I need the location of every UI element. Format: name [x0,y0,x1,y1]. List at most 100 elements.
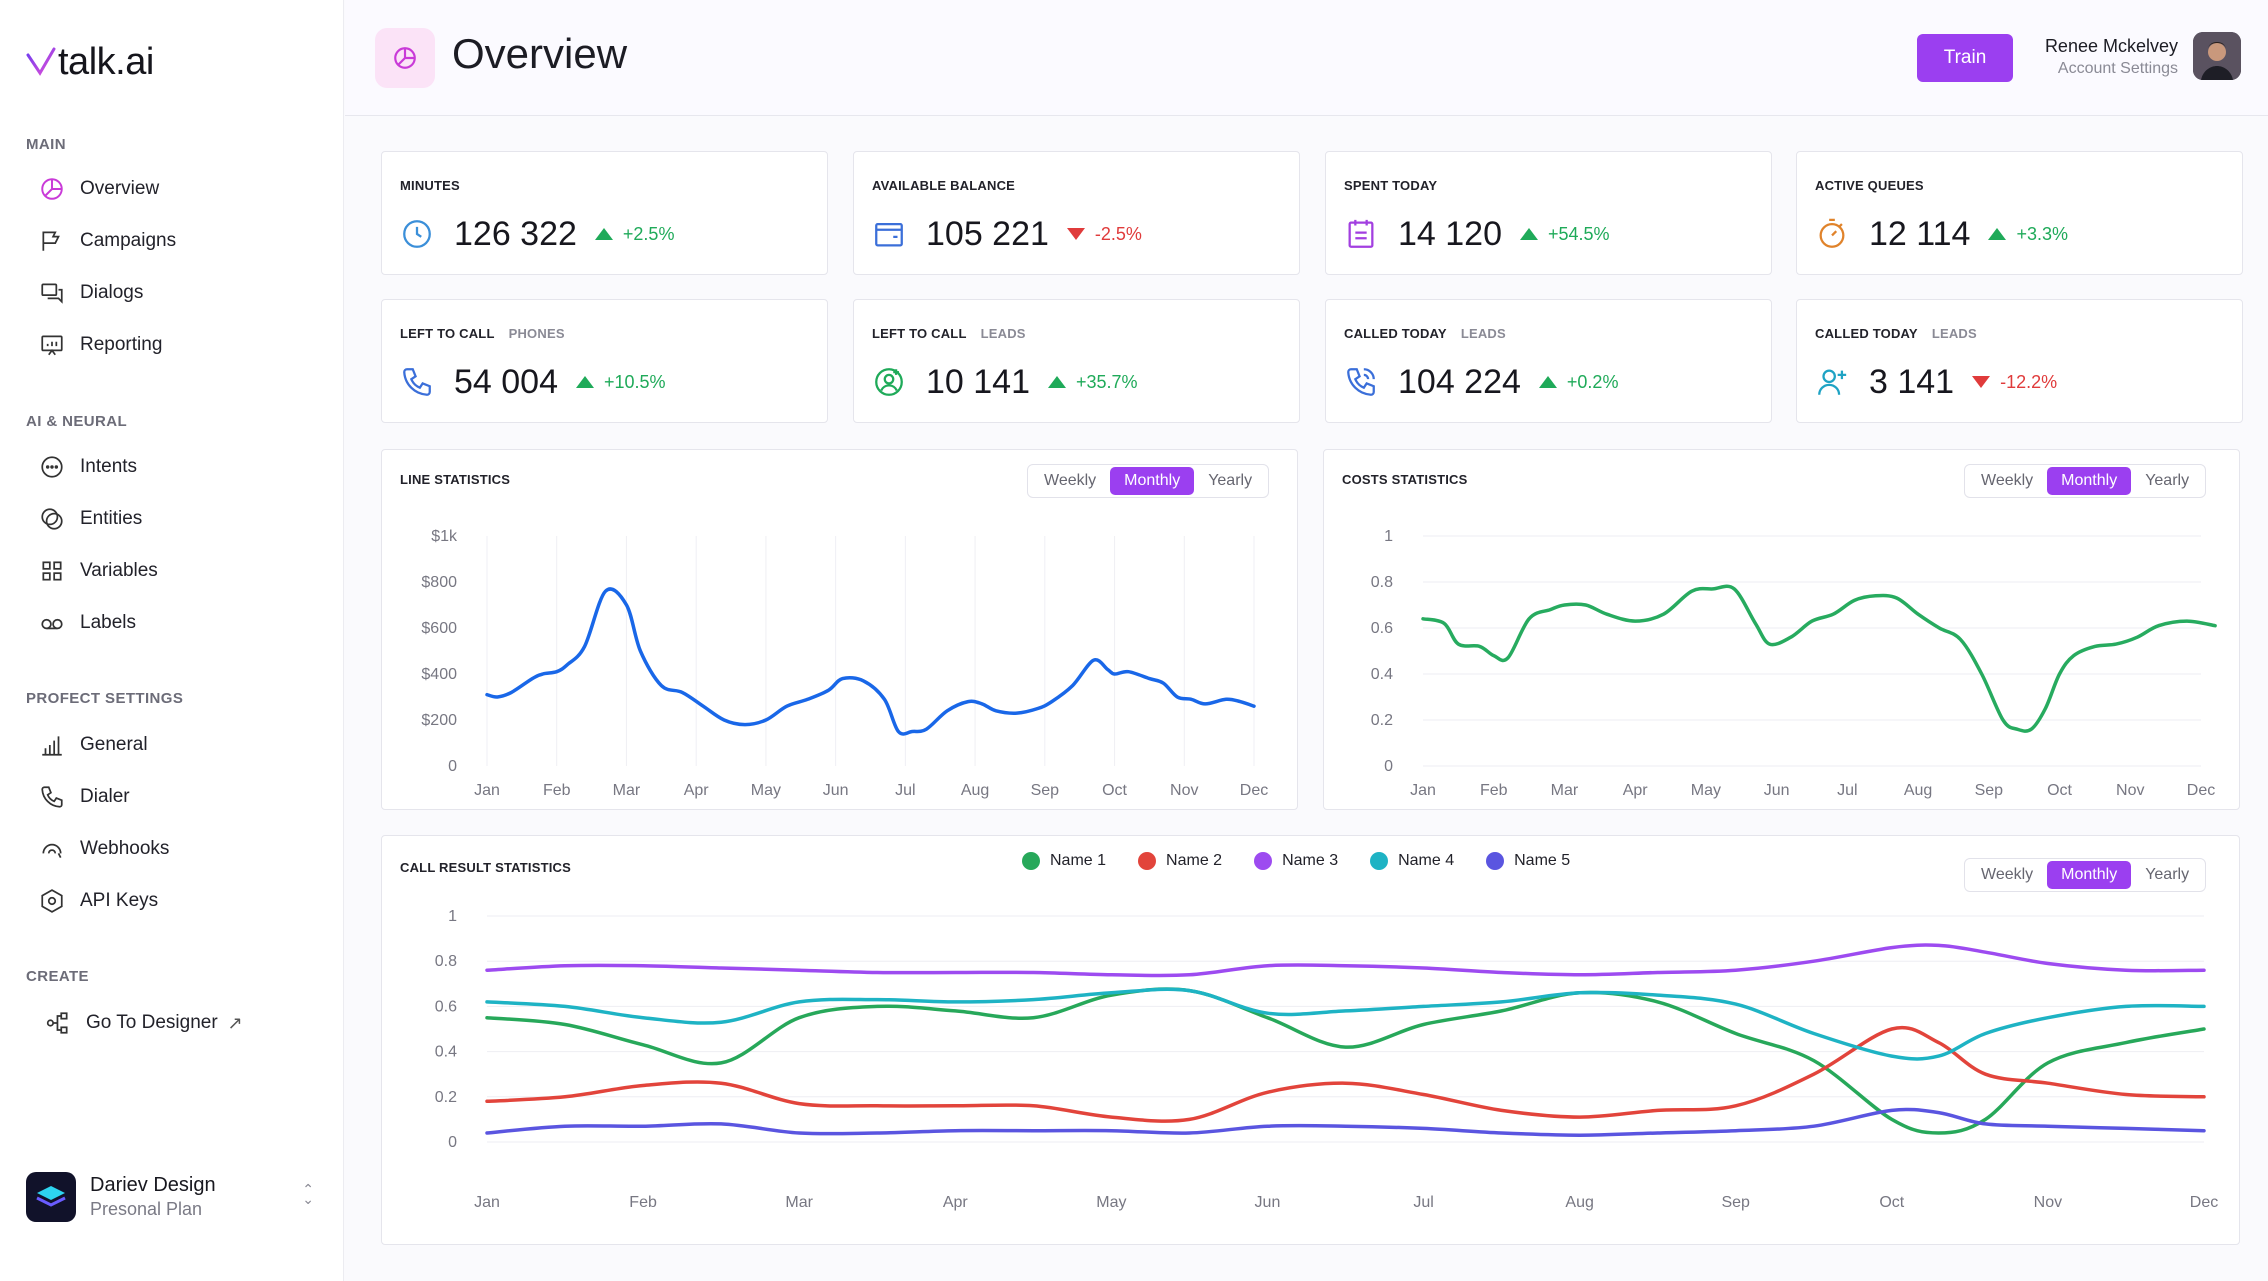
designer-icon [44,1009,72,1037]
y-tick-label: $600 [421,620,457,637]
webhook-icon [38,835,66,863]
x-tick-label: Jul [1413,1194,1433,1211]
stat-card: MINUTES 126 322 +2.5% [381,151,828,275]
sidebar-item-dialer[interactable]: Dialer [38,777,130,817]
sidebar-item-api-keys[interactable]: API Keys [38,881,158,921]
section-title-main: MAIN [26,136,66,153]
series-line-3[interactable] [485,943,2206,978]
y-tick-label: 0.2 [435,1089,457,1106]
x-tick-label: Oct [1102,782,1127,799]
sidebar-item-label: Go To Designer [86,1012,218,1033]
series-line-1[interactable] [1421,584,2217,733]
avatar[interactable] [2193,32,2241,80]
trend-indicator: +54.5% [1520,224,1610,245]
stat-title: MINUTES [400,178,460,193]
trend-indicator: +35.7% [1048,372,1138,393]
user-name[interactable]: Renee Mckelvey [2045,36,2178,57]
page-title: Overview [452,30,628,77]
x-tick-label: Nov [2116,782,2144,799]
trend-indicator: +2.5% [594,224,674,245]
sidebar-item-go-to-designer[interactable]: Go To Designer ↗ [44,1003,243,1043]
chevron-up-down-icon[interactable]: ⌃ ⌄ [302,1182,314,1206]
sidebar-item-overview[interactable]: Overview [38,169,159,209]
sidebar-item-variables[interactable]: Variables [38,551,158,591]
train-button[interactable]: Train [1917,34,2013,82]
series-line-1[interactable] [485,587,1256,736]
x-tick-label: May [751,782,781,799]
workspace-switcher[interactable]: Dariev Design Presonal Plan ⌃ ⌄ [26,1168,322,1226]
wallet-icon [872,217,906,251]
sidebar-item-label: Variables [80,560,158,581]
stat-title: CALLED TODAY LEADS [1815,326,1977,341]
sidebar-item-labels[interactable]: Labels [38,603,136,643]
stat-value: 105 221 [926,214,1049,253]
x-tick-label: Jan [474,782,500,799]
stat-label: CALLED TODAY [1344,326,1447,341]
sidebar-item-intents[interactable]: Intents [38,447,137,487]
y-tick-label: $800 [421,574,457,591]
trend-indicator: +0.2% [1538,372,1618,393]
chart-plot: 0 $200 $400 $600 $800 $1k Jan Feb Mar Apr May Jun Ju… [421,528,1268,799]
stat-title: CALLED TODAY LEADS [1344,326,1506,341]
arrow-up-icon [1538,376,1557,388]
sidebar-item-label: Dialer [80,786,130,807]
arrow-up-icon [1988,228,2007,240]
stat-card: CALLED TODAY LEADS 3 141 -12.2% [1796,299,2243,423]
sidebar-item-entities[interactable]: Entities [38,499,142,539]
x-tick-label: May [1096,1194,1126,1211]
logo[interactable]: talk.ai [26,40,154,84]
sidebar-item-label: Dialogs [80,282,144,303]
x-tick-label: Aug [961,782,989,799]
stat-title: LEFT TO CALL PHONES [400,326,565,341]
stat-card: AVAILABLE BALANCE 105 221 -2.5% [853,151,1300,275]
stat-value: 10 141 [926,362,1030,401]
user-add-icon [872,365,906,399]
x-tick-label: Mar [613,782,641,799]
workspace-plan: Presonal Plan [90,1199,203,1219]
line-statistics-card: LINE STATISTICS Weekly Monthly Yearly 0 $20… [381,449,1298,810]
y-tick-label: 0.6 [1371,620,1393,637]
stat-row: 14 120 +54.5% [1344,212,1610,256]
presentation-icon [38,331,66,359]
y-tick-label: 0.8 [1371,574,1393,591]
sidebar-item-webhooks[interactable]: Webhooks [38,829,169,869]
trend-value: -2.5% [1094,223,1142,244]
stat-sublabel: PHONES [508,326,565,341]
chart-pie-icon [375,28,435,88]
trend-indicator: +10.5% [576,372,666,393]
x-tick-label: Feb [629,1194,657,1211]
stat-value: 14 120 [1398,214,1502,253]
x-tick-label: Mar [785,1194,813,1211]
trend-indicator: -12.2% [1972,372,2057,393]
stopwatch-icon [1815,217,1849,251]
account-settings-link[interactable]: Account Settings [2058,60,2178,78]
arrow-up-icon [594,228,613,240]
stat-card: SPENT TODAY 14 120 +54.5% [1325,151,1772,275]
section-title-ai-neural: AI & NEURAL [26,413,128,430]
user-plus-icon [1815,365,1849,399]
logo-text: talk.ai [58,40,154,83]
grid-icon [38,557,66,585]
sidebar-item-dialogs[interactable]: Dialogs [38,273,143,313]
x-tick-label: Dec [2190,1194,2218,1211]
stat-row: 3 141 -12.2% [1815,360,2057,404]
stat-row: 12 114 +3.3% [1815,212,2068,256]
stat-value: 12 114 [1869,214,1971,253]
stat-value: 54 004 [454,362,558,401]
sidebar-item-label: Intents [80,456,138,477]
stat-label: LEFT TO CALL [872,326,967,341]
series-line-2[interactable] [485,1026,2206,1123]
x-tick-label: Apr [684,782,710,799]
sidebar-item-campaigns[interactable]: Campaigns [38,221,176,261]
x-tick-label: Aug [1565,1194,1593,1211]
sidebar-item-reporting[interactable]: Reporting [38,325,162,365]
stat-value: 104 224 [1398,362,1521,401]
sidebar-item-label: Webhooks [80,838,170,859]
x-tick-label: Nov [2034,1194,2062,1211]
chat-icon [38,279,66,307]
y-tick-label: $1k [431,528,458,545]
arrow-down-icon [1972,376,1991,388]
y-tick-label: 0 [448,1134,457,1151]
x-tick-label: Dec [1240,782,1268,799]
sidebar-item-general[interactable]: General [38,725,148,765]
